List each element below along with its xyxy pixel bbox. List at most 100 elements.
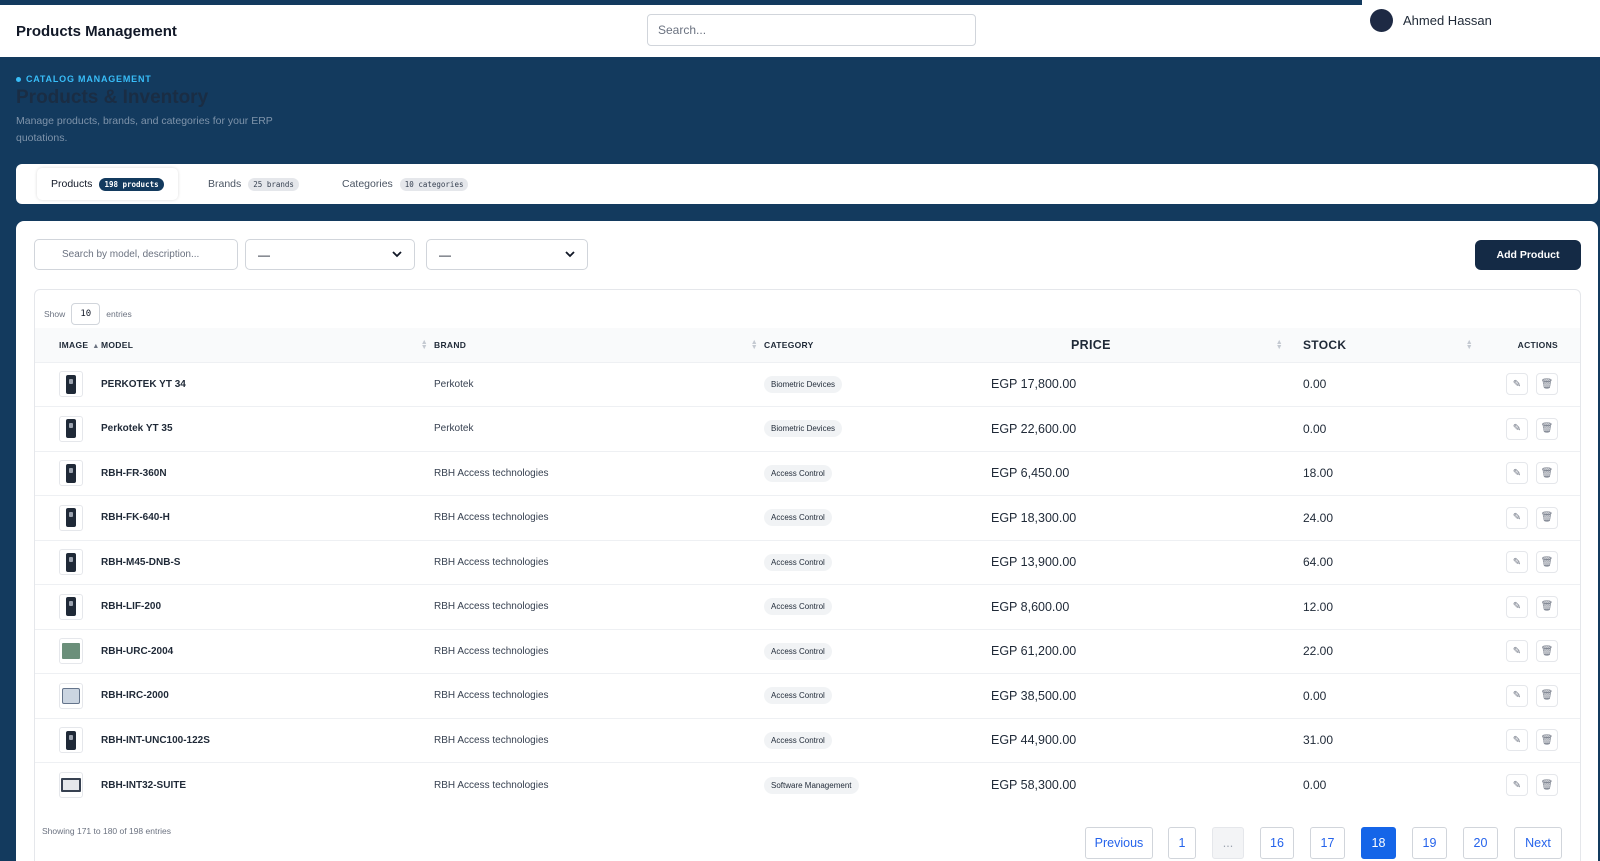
sort-icon: ▲ ▼	[1465, 339, 1473, 351]
category-chip: Software Management	[764, 776, 859, 794]
sort-icon: ▲ ▼	[420, 339, 428, 351]
product-model: PERKOTEK YT 34	[101, 378, 186, 390]
column-header-image[interactable]: IMAGE ▲	[35, 328, 101, 362]
product-image	[59, 727, 83, 754]
edit-button[interactable]: ✎	[1506, 640, 1528, 663]
product-brand: Perkotek	[434, 378, 474, 390]
delete-button[interactable]: 🗑	[1536, 640, 1558, 663]
delete-button[interactable]: 🗑	[1536, 684, 1558, 707]
column-header-price[interactable]: PRICE ▲ ▼	[991, 328, 1289, 362]
delete-button[interactable]: 🗑	[1536, 417, 1558, 440]
page-title: Products & Inventory	[16, 87, 209, 108]
sort-asc-icon: ▲	[92, 342, 100, 350]
pagination-previous[interactable]: Previous	[1085, 827, 1153, 859]
product-brand: RBH Access technologies	[434, 556, 549, 568]
product-image	[59, 772, 83, 798]
edit-button[interactable]: ✎	[1506, 684, 1528, 707]
show-label: Show	[44, 309, 66, 319]
column-header-brand[interactable]: BRAND ▲ ▼	[434, 328, 764, 362]
product-model: RBH-INT-UNC100-122S	[101, 734, 210, 746]
product-brand: RBH Access technologies	[434, 779, 549, 791]
product-price: EGP 13,900.00	[991, 555, 1077, 570]
delete-button[interactable]: 🗑	[1536, 506, 1558, 529]
pagination-page[interactable]: 1	[1168, 827, 1196, 859]
pagination-page[interactable]: 16	[1260, 827, 1294, 859]
product-brand: Perkotek	[434, 423, 474, 435]
product-stock: 18.00	[1303, 466, 1334, 481]
product-stock: 0.00	[1303, 377, 1327, 392]
pagination-page[interactable]: 17	[1310, 827, 1345, 859]
product-image	[59, 415, 83, 442]
entries-label: entries	[106, 309, 132, 319]
brand-filter-value: —	[258, 247, 270, 262]
delete-button[interactable]: 🗑	[1536, 729, 1558, 752]
product-model: Perkotek YT 35	[101, 423, 173, 435]
page-length-input[interactable]: 10	[71, 303, 101, 325]
category-filter-select[interactable]: —	[426, 239, 588, 270]
category-chip: Access Control	[764, 464, 832, 482]
edit-button[interactable]: ✎	[1506, 595, 1528, 618]
product-brand: RBH Access technologies	[434, 690, 549, 702]
product-search-input[interactable]	[34, 239, 238, 270]
product-brand: RBH Access technologies	[434, 467, 549, 479]
product-stock: 12.00	[1303, 599, 1334, 614]
pagination-next[interactable]: Next	[1514, 827, 1562, 859]
tab-count-badge: 25 brands	[248, 177, 299, 191]
avatar[interactable]	[1370, 9, 1393, 32]
category-chip: Access Control	[764, 553, 832, 571]
control-board-icon	[62, 643, 80, 660]
column-label: BRAND	[434, 339, 467, 350]
edit-button[interactable]: ✎	[1506, 551, 1528, 574]
pagination-page[interactable]: 20	[1463, 827, 1498, 859]
brand-filter-select[interactable]: —	[245, 239, 415, 270]
delete-button[interactable]: 🗑	[1536, 774, 1558, 796]
edit-button[interactable]: ✎	[1506, 506, 1528, 529]
table-row: RBH-INT32-SUITE RBH Access technologies …	[35, 762, 1580, 808]
tab-categories[interactable]: Categories 10 categories	[328, 168, 482, 200]
category-chip: Access Control	[764, 509, 832, 527]
device-icon	[66, 374, 76, 394]
product-model: RBH-M45-DNB-S	[101, 556, 181, 568]
table-info: Showing 171 to 180 of 198 entries	[42, 826, 172, 836]
product-stock: 0.00	[1303, 778, 1327, 792]
product-stock: 64.00	[1303, 555, 1334, 570]
category-chip: Access Control	[764, 642, 832, 660]
product-image	[59, 371, 83, 398]
edit-button[interactable]: ✎	[1506, 729, 1528, 752]
eyebrow-dot-icon	[16, 76, 21, 82]
tab-products[interactable]: Products 198 products	[37, 168, 178, 200]
product-model: RBH-URC-2004	[101, 645, 174, 657]
product-price: EGP 6,450.00	[991, 466, 1070, 481]
user-menu[interactable]: Ahmed Hassan	[1370, 9, 1492, 32]
product-brand: RBH Access technologies	[434, 512, 549, 524]
column-label: IMAGE	[59, 339, 89, 350]
tab-brands[interactable]: Brands 25 brands	[194, 168, 313, 200]
pagination-page[interactable]: 19	[1412, 827, 1447, 859]
column-header-stock[interactable]: STOCK ▲ ▼	[1289, 328, 1479, 362]
column-header-model[interactable]: MODEL ▲ ▼	[101, 328, 434, 362]
product-image	[59, 504, 83, 531]
product-image	[59, 593, 83, 620]
category-filter-value: —	[439, 247, 451, 262]
delete-button[interactable]: 🗑	[1536, 551, 1558, 574]
delete-button[interactable]: 🗑	[1536, 462, 1558, 485]
table-row: RBH-LIF-200 RBH Access technologies Acce…	[35, 584, 1580, 630]
pagination-ellipsis: ...	[1212, 827, 1244, 859]
edit-button[interactable]: ✎	[1506, 417, 1528, 440]
global-search-input[interactable]	[647, 14, 976, 46]
product-brand: RBH Access technologies	[434, 601, 549, 613]
add-product-button[interactable]: Add Product	[1475, 240, 1581, 270]
device-icon	[66, 463, 76, 483]
product-model: RBH-INT32-SUITE	[101, 779, 187, 791]
delete-button[interactable]: 🗑	[1536, 373, 1558, 396]
products-card: — — Add Product Show 10 entries IMAGE▲ M…	[16, 221, 1598, 861]
delete-button[interactable]: 🗑	[1536, 595, 1558, 618]
category-chip: Biometric Devices	[764, 375, 843, 393]
pagination-page-current[interactable]: 18	[1361, 827, 1396, 859]
edit-button[interactable]: ✎	[1506, 373, 1528, 396]
column-header-category[interactable]: CATEGORY	[764, 328, 991, 362]
user-name: Ahmed Hassan	[1403, 13, 1492, 28]
product-stock: 0.00	[1303, 688, 1327, 703]
edit-button[interactable]: ✎	[1506, 462, 1528, 485]
edit-button[interactable]: ✎	[1506, 774, 1528, 796]
